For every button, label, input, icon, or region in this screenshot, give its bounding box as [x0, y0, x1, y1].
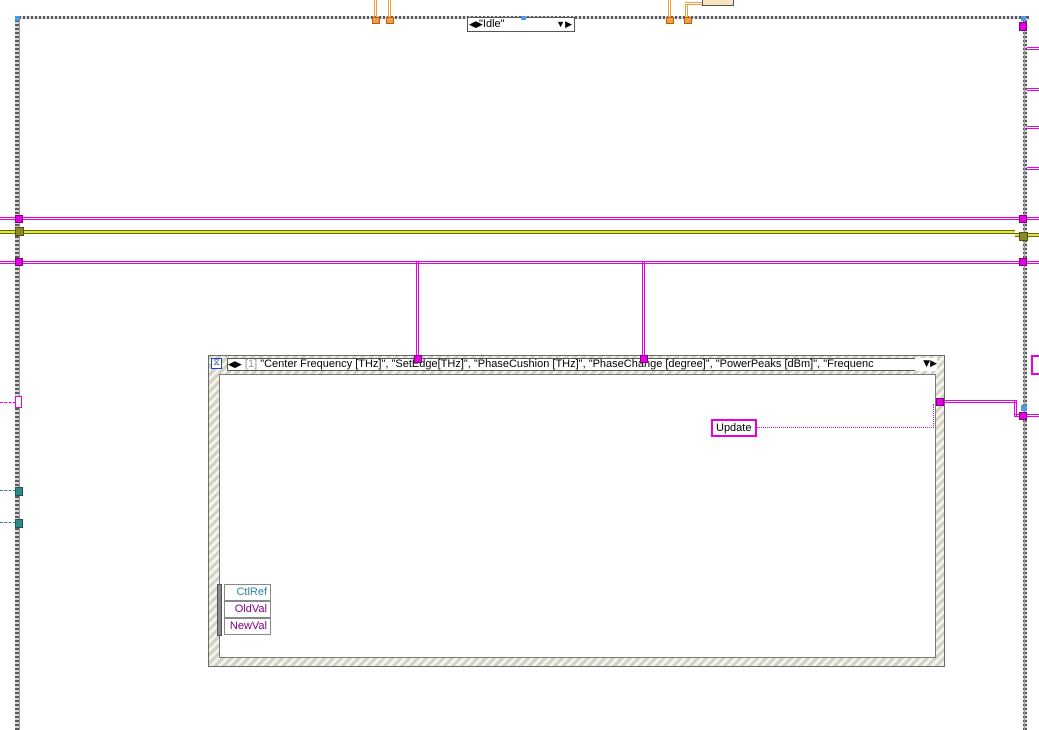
- bundle-node[interactable]: [702, 0, 734, 6]
- refnum-tunnel[interactable]: [15, 519, 23, 528]
- numeric-wire: [668, 0, 671, 17]
- reference-wire: [0, 402, 16, 405]
- reference-tunnel[interactable]: [1019, 258, 1027, 266]
- frame-corner-marker: [1021, 405, 1027, 411]
- reference-tunnel[interactable]: [15, 258, 23, 266]
- event-data-oldval[interactable]: OldVal: [224, 601, 271, 618]
- event-data-ctlref[interactable]: CtlRef: [224, 584, 271, 601]
- numeric-tunnel[interactable]: [666, 17, 674, 24]
- event-index: [1]: [244, 358, 258, 370]
- event-data-node[interactable]: CtlRef OldVal NewVal: [217, 584, 271, 636]
- reference-wire: [1027, 167, 1039, 170]
- reference-wire: [0, 217, 1039, 220]
- error-tunnel[interactable]: [15, 227, 24, 236]
- reference-tunnel[interactable]: [1019, 22, 1027, 31]
- reference-wire: [642, 261, 645, 361]
- reference-wire: [944, 400, 1016, 403]
- event-data-node-handle[interactable]: [217, 584, 222, 636]
- frame-corner-marker: [1021, 16, 1026, 21]
- reference-tunnel[interactable]: [15, 215, 23, 223]
- reference-wire: [0, 261, 1039, 264]
- refnum-tunnel[interactable]: [15, 487, 23, 496]
- reference-wire: [642, 261, 645, 264]
- indicator-terminal[interactable]: [1031, 355, 1039, 375]
- event-data-newval[interactable]: NewVal: [224, 618, 271, 635]
- numeric-wire: [685, 2, 703, 5]
- reference-tunnel[interactable]: [15, 396, 22, 408]
- event-selector[interactable]: ◀▶ [1] "Center Frequency [THz]", "SetEdg…: [227, 358, 937, 371]
- reference-tunnel[interactable]: [1019, 215, 1027, 223]
- numeric-wire: [388, 0, 391, 17]
- frame-corner-marker: [15, 16, 20, 21]
- error-wire: [0, 230, 1015, 234]
- numeric-wire: [685, 4, 688, 17]
- error-tunnel[interactable]: [1019, 232, 1028, 241]
- numeric-tunnel[interactable]: [372, 17, 380, 24]
- reference-wire: [1027, 88, 1039, 91]
- reference-tunnel[interactable]: [640, 355, 648, 363]
- refnum-wire: [0, 522, 16, 525]
- numeric-tunnel[interactable]: [684, 17, 692, 24]
- event-structure-inner: [219, 374, 936, 658]
- reference-tunnel[interactable]: [414, 355, 422, 363]
- reference-wire: [416, 261, 419, 361]
- event-dropdown-arrow-icon[interactable]: ▼▶: [915, 358, 937, 371]
- numeric-tunnel[interactable]: [386, 17, 394, 24]
- case-selector-value: "Idle": [479, 18, 505, 30]
- hourglass-icon[interactable]: ⧖: [211, 358, 222, 369]
- refnum-wire: [0, 490, 16, 493]
- numeric-wire: [374, 0, 377, 17]
- event-label: "Center Frequency [THz]", "SetEdge[THz]"…: [257, 358, 874, 370]
- string-wire: [933, 404, 936, 428]
- update-constant[interactable]: Update: [711, 419, 757, 437]
- dropdown-arrow-icon[interactable]: ▼▶: [556, 18, 572, 31]
- string-wire: [757, 427, 934, 430]
- selector-marker: [521, 16, 526, 20]
- event-structure[interactable]: ⧖ ◀▶ [1] "Center Frequency [THz]", "SetE…: [208, 355, 945, 667]
- event-arrow-icon[interactable]: ◀▶: [228, 359, 242, 369]
- reference-tunnel[interactable]: [1019, 412, 1027, 420]
- reference-wire: [1027, 47, 1039, 50]
- reference-tunnel[interactable]: [936, 398, 944, 406]
- reference-wire: [1027, 126, 1039, 129]
